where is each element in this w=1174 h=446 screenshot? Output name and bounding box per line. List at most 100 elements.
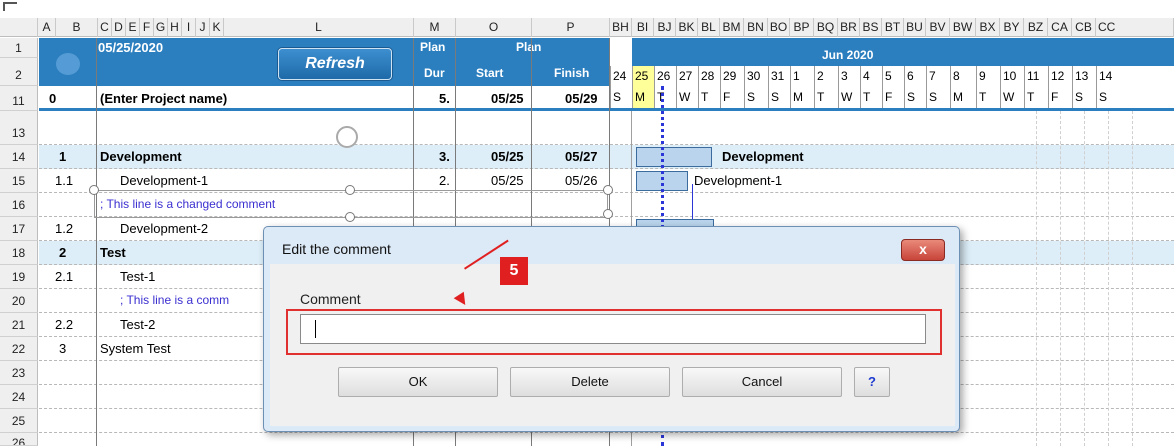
row-header-1[interactable]: 1 — [0, 38, 38, 58]
corner-select-all[interactable] — [0, 18, 38, 37]
col-header-j[interactable]: J — [196, 18, 210, 37]
task-dur[interactable]: 2. — [439, 173, 450, 188]
rotate-handle-icon[interactable] — [336, 126, 358, 148]
task-name[interactable]: Test-1 — [120, 269, 155, 284]
col-header-bx[interactable]: BX — [976, 18, 1000, 37]
day-num: 10 — [1000, 66, 1024, 86]
task-name[interactable]: Development-2 — [120, 221, 208, 236]
col-header-a[interactable]: A — [38, 18, 56, 37]
current-date[interactable]: 05/25/2020 — [98, 40, 163, 55]
row-header-22[interactable]: 22 — [0, 337, 38, 361]
row-header-16[interactable]: 16 — [0, 193, 38, 217]
col-header-m[interactable]: M — [414, 18, 456, 37]
resize-handle[interactable] — [603, 185, 613, 195]
row-header-19[interactable]: 19 — [0, 265, 38, 289]
project-start[interactable]: 05/25 — [491, 91, 524, 106]
project-finish[interactable]: 05/29 — [565, 91, 598, 106]
row-header-gap — [0, 111, 38, 121]
col-header-l[interactable]: L — [224, 18, 414, 37]
row-header-13[interactable]: 13 — [0, 121, 38, 145]
col-header-bz[interactable]: BZ — [1024, 18, 1048, 37]
col-header-o[interactable]: O — [456, 18, 532, 37]
col-header-h[interactable]: H — [168, 18, 182, 37]
cancel-button[interactable]: Cancel — [682, 367, 842, 397]
resize-handle[interactable] — [345, 185, 355, 195]
col-header-d[interactable]: D — [112, 18, 126, 37]
project-name[interactable]: (Enter Project name) — [100, 91, 227, 106]
close-icon[interactable]: x — [901, 239, 945, 261]
task-name[interactable]: Test — [100, 245, 126, 260]
col-header-bh[interactable]: BH — [610, 18, 632, 37]
day-num: 26 — [654, 66, 676, 86]
col-header-p[interactable]: P — [532, 18, 610, 37]
help-button[interactable]: ? — [854, 367, 890, 397]
col-header-i[interactable]: I — [182, 18, 196, 37]
day-num: 31 — [768, 66, 790, 86]
refresh-button[interactable]: Refresh — [278, 48, 392, 80]
col-header-bq[interactable]: BQ — [814, 18, 838, 37]
col-header-bp[interactable]: BP — [790, 18, 814, 37]
row-header-25[interactable]: 25 — [0, 409, 38, 433]
comment-text[interactable]: ; This line is a comm — [120, 293, 229, 307]
gantt-bar-summary[interactable] — [636, 147, 712, 167]
task-dur[interactable]: 3. — [439, 149, 450, 164]
project-row[interactable]: 0 (Enter Project name) 5. 05/25 05/29 — [39, 86, 1174, 111]
task-name[interactable]: Development-1 — [120, 173, 208, 188]
task-num: 1.1 — [55, 173, 74, 188]
col-header-bv[interactable]: BV — [926, 18, 950, 37]
task-finish[interactable]: 05/26 — [565, 173, 598, 188]
day-num: 29 — [720, 66, 744, 86]
col-header-bo[interactable]: BO — [768, 18, 790, 37]
table-row-summary[interactable]: 1 Development 3. 05/25 05/27 — [39, 145, 1174, 169]
col-header-bt[interactable]: BT — [882, 18, 904, 37]
row-header-11[interactable]: 11 — [0, 86, 38, 111]
col-header-bi[interactable]: BI — [632, 18, 654, 37]
task-name[interactable]: Development — [100, 149, 182, 164]
col-header-bn[interactable]: BN — [744, 18, 768, 37]
row-header-15[interactable]: 15 — [0, 169, 38, 193]
col-header-g[interactable]: G — [154, 18, 168, 37]
row-header-23[interactable]: 23 — [0, 361, 38, 385]
col-header-bj[interactable]: BJ — [654, 18, 676, 37]
row-header-2[interactable]: 2 — [0, 58, 38, 86]
col-header-br[interactable]: BR — [838, 18, 860, 37]
col-header-bs[interactable]: BS — [860, 18, 882, 37]
row-header-20[interactable]: 20 — [0, 289, 38, 313]
ok-button[interactable]: OK — [338, 367, 498, 397]
resize-handle[interactable] — [89, 185, 99, 195]
project-dur[interactable]: 5. — [439, 91, 450, 106]
col-header-e[interactable]: E — [126, 18, 140, 37]
resize-handle[interactable] — [603, 209, 613, 219]
row-header-26[interactable]: 26 — [0, 433, 38, 446]
delete-button[interactable]: Delete — [510, 367, 670, 397]
col-header-cb[interactable]: CB — [1072, 18, 1096, 37]
top-strip — [0, 0, 1174, 18]
col-header-bw[interactable]: BW — [950, 18, 976, 37]
task-num: 2.2 — [55, 317, 74, 332]
row-header-17[interactable]: 17 — [0, 217, 38, 241]
task-start[interactable]: 05/25 — [491, 173, 524, 188]
task-name[interactable]: System Test — [100, 341, 171, 356]
col-header-bl[interactable]: BL — [698, 18, 720, 37]
row-header-24[interactable]: 24 — [0, 385, 38, 409]
col-header-k[interactable]: K — [210, 18, 224, 37]
col-header-f[interactable]: F — [140, 18, 154, 37]
col-header-cc[interactable]: CC — [1096, 18, 1174, 37]
col-header-bk[interactable]: BK — [676, 18, 698, 37]
col-header-c[interactable]: C — [98, 18, 112, 37]
row-header-18[interactable]: 18 — [0, 241, 38, 265]
col-header-by[interactable]: BY — [1000, 18, 1024, 37]
col-header-b[interactable]: B — [56, 18, 98, 37]
dialog-title: Edit the comment — [282, 241, 391, 257]
row-header-21[interactable]: 21 — [0, 313, 38, 337]
col-header-bm[interactable]: BM — [720, 18, 744, 37]
resize-handle[interactable] — [345, 212, 355, 222]
col-header-bu[interactable]: BU — [904, 18, 926, 37]
task-name[interactable]: Test-2 — [120, 317, 155, 332]
table-row[interactable] — [39, 121, 1174, 145]
task-start[interactable]: 05/25 — [491, 149, 524, 164]
task-finish[interactable]: 05/27 — [565, 149, 598, 164]
row-header-14[interactable]: 14 — [0, 145, 38, 169]
select-all-corner[interactable] — [3, 2, 17, 11]
col-header-ca[interactable]: CA — [1048, 18, 1072, 37]
